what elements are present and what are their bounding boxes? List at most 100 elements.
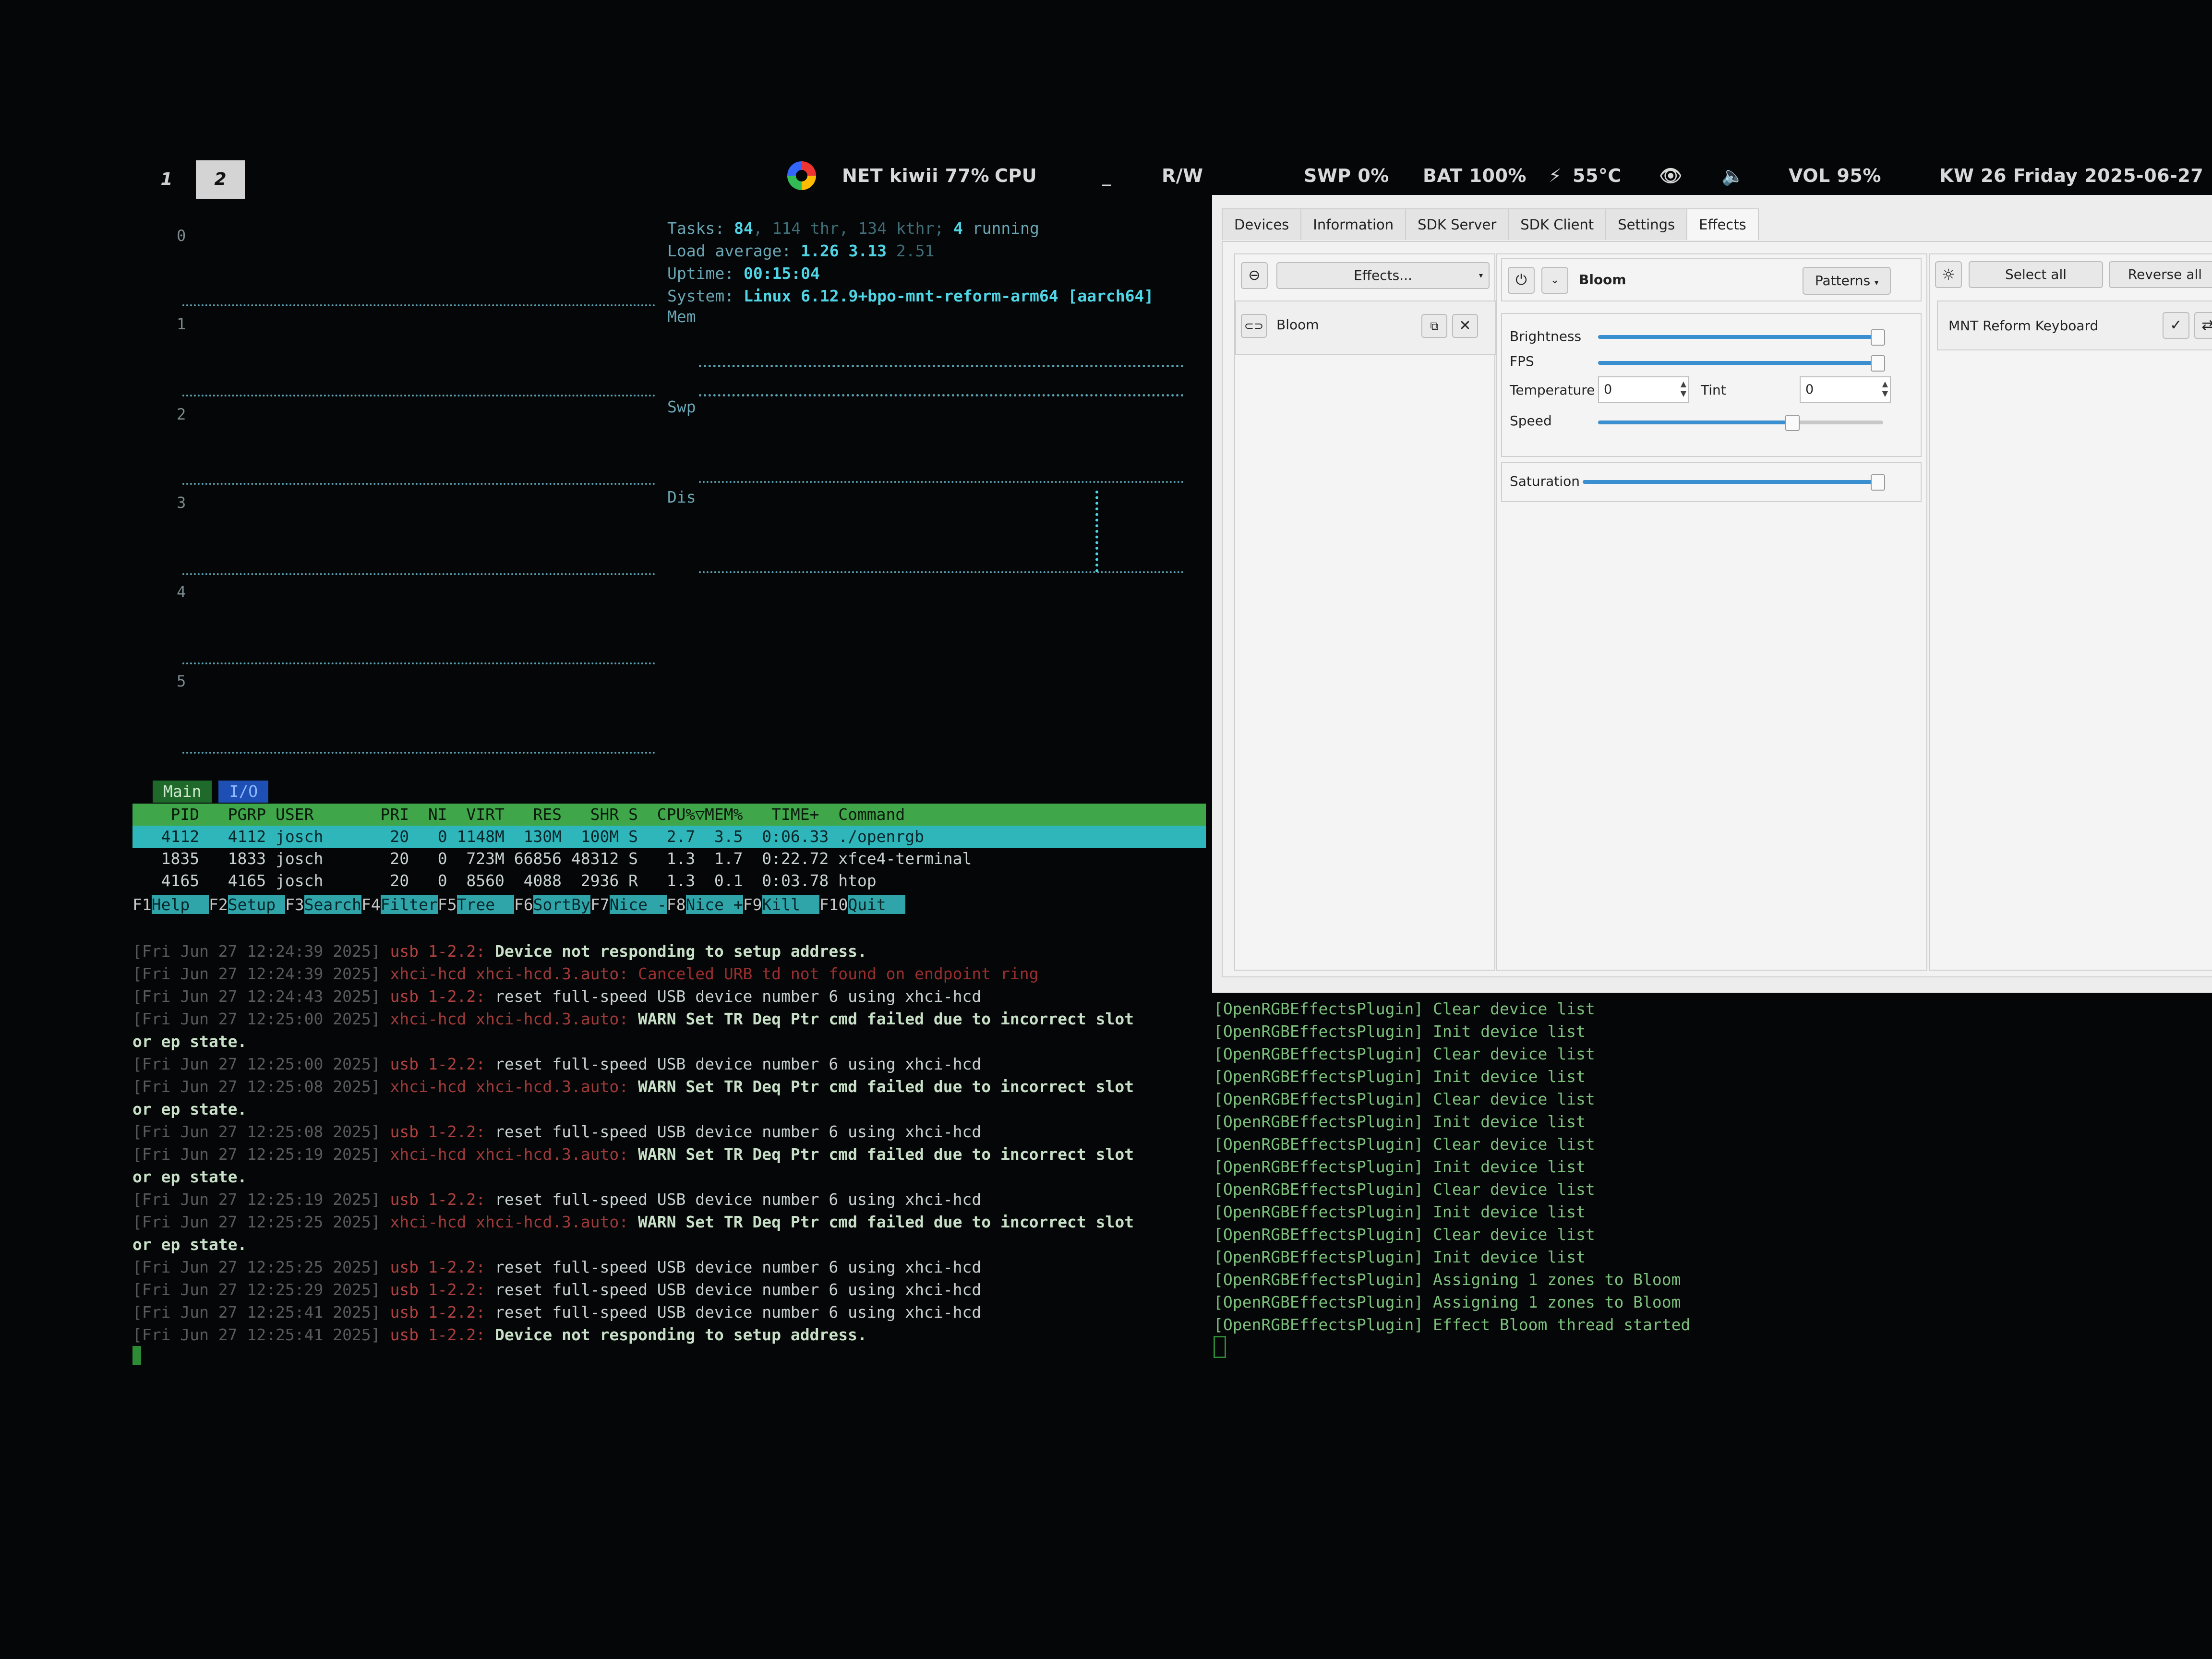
nice-plus-button[interactable]: Nice + [685,895,743,914]
process-table-header[interactable]: PID PGRP USER PRI NI VIRT RES SHR S CPU%… [132,804,1206,826]
select-all-button[interactable]: Select all [1969,261,2103,288]
desktop: 1 2 NET kiwii 77% CPU _ R/W SWP 0% BAT 1… [0,0,2212,1659]
fkey-f3: F3 [285,895,304,914]
process-row[interactable]: 1835 1833 josch 20 0 723M 66856 48312 S … [132,848,1206,870]
brightness-slider[interactable] [1598,329,1885,346]
patterns-dropdown[interactable]: Patterns ▾ [1803,267,1891,295]
workspace-1-button[interactable]: 1 [142,160,191,199]
log-line: [Fri Jun 27 12:25:41 2025] usb 1-2.2: De… [132,1323,1206,1346]
log-line: or ep state. [132,1030,1206,1053]
device-row[interactable]: MNT Reform Keyboard ✓ ⇄ [1937,301,2212,350]
reverse-all-button[interactable]: Reverse all [2109,261,2212,288]
openrgb-tray-icon[interactable] [787,161,816,190]
search-button[interactable]: Search [304,895,361,914]
log-line: [Fri Jun 27 12:24:39 2025] usb 1-2.2: De… [132,940,1206,962]
log-timestamp: [Fri Jun 27 12:25:41 2025] [132,1325,381,1344]
fkey-f10: F10 [819,895,848,914]
fps-slider[interactable] [1598,355,1885,372]
temperature-spinbox[interactable]: 0 ▲ ▼ [1598,376,1689,403]
openrgb-window: Devices Information SDK Server SDK Client Se… [1212,195,2212,993]
terminal-cursor [1214,1336,1690,1364]
log-line: [Fri Jun 27 12:25:29 2025] usb 1-2.2: re… [132,1278,1206,1301]
tab-settings[interactable]: Settings [1605,208,1688,240]
effects-dropdown[interactable]: Effects... ▾ [1276,262,1490,289]
cpu-graph-0 [182,304,655,308]
tab-sdk-server[interactable]: SDK Server [1405,208,1509,240]
log-source: xhci-hcd xhci-hcd.3.auto: [390,964,629,983]
cpu-label: CPU [995,165,1037,186]
tab-information[interactable]: Information [1300,208,1407,240]
tab-main[interactable]: Main [153,781,212,803]
log-line: [OpenRGBEffectsPlugin] Init device list [1214,1067,1586,1086]
tab-sdk-client[interactable]: SDK Client [1508,208,1607,240]
check-icon[interactable]: ✓ [2163,312,2189,339]
disk-graph [699,571,1184,575]
log-timestamp: [Fri Jun 27 12:25:41 2025] [132,1303,381,1322]
speaker-icon: 🔈 [1721,165,1744,186]
log-line: [Fri Jun 27 12:25:08 2025] xhci-hcd xhci… [132,1075,1206,1098]
help-button[interactable]: Help [151,895,209,914]
fkey-f8: F8 [666,895,686,914]
effects-dropdown-label: Effects... [1354,267,1412,283]
tree-button[interactable]: Tree [457,895,514,914]
tab-io[interactable]: I/O [218,781,269,803]
log-timestamp: [Fri Jun 27 12:25:08 2025] [132,1077,381,1096]
log-line: [OpenRGBEffectsPlugin] Clear device list [1214,1225,1595,1244]
cursor-block [132,1346,141,1365]
filter-button[interactable]: Filter [380,895,438,914]
log-source: usb 1-2.2: [390,987,486,1006]
mem-graph [699,365,1184,397]
kill-button[interactable]: Kill [762,895,819,914]
log-line: [Fri Jun 27 12:25:19 2025] xhci-hcd xhci… [132,1143,1206,1166]
log-source: xhci-hcd xhci-hcd.3.auto: [390,1145,629,1164]
saturation-slider[interactable] [1583,474,1885,491]
tab-effects[interactable]: Effects [1686,208,1759,240]
toggle-icon[interactable]: ⊂⊃ [1241,314,1267,338]
cpu-label-1: 1 [177,315,186,333]
cpu-graph-1 [182,395,655,398]
tint-spinbox[interactable]: 0 ▲ ▼ [1800,376,1891,403]
speed-slider[interactable] [1598,415,1883,431]
process-row[interactable]: 4165 4165 josch 20 0 8560 4088 2936 R 1.… [132,870,1206,892]
sortby-button[interactable]: SortBy [533,895,590,914]
log-line: [Fri Jun 27 12:25:25 2025] usb 1-2.2: re… [132,1256,1206,1278]
openrgb-console-log[interactable]: [OpenRGBEffectsPlugin] Clear device list… [1214,998,1690,1364]
log-message: WARN Set TR Deq Ptr cmd failed due to in… [638,1077,1134,1096]
setup-button[interactable]: Setup [228,895,285,914]
log-line: [OpenRGBEffectsPlugin] Assigning 1 zones… [1214,1270,1681,1289]
spin-arrows-icon[interactable]: ▲ ▼ [1882,379,1888,398]
log-message: reset full-speed USB device number 6 usi… [495,987,982,1006]
log-message: Device not responding to setup address. [495,1325,867,1344]
power-icon[interactable]: ⏻ [1508,267,1535,294]
log-line: [OpenRGBEffectsPlugin] Init device list [1214,1202,1586,1221]
cpu-graph-4 [182,662,655,666]
charging-icon: ⚡ [1549,165,1562,186]
log-line: [Fri Jun 27 12:25:08 2025] usb 1-2.2: re… [132,1120,1206,1143]
quit-button[interactable]: Quit [848,895,905,914]
log-timestamp: [Fri Jun 27 12:25:08 2025] [132,1122,381,1141]
process-row[interactable]: 4112 4112 josch 20 0 1148M 130M 100M S 2… [132,826,1206,848]
log-timestamp: [Fri Jun 27 12:25:29 2025] [132,1280,381,1299]
htop-function-keys: F1Help F2Setup F3SearchF4FilterF5Tree F6… [132,894,1206,916]
spin-arrows-icon[interactable]: ▲ ▼ [1681,379,1686,398]
datetime: KW 26 Friday 2025-06-27 12:25 [1939,165,2212,186]
effect-load-icon[interactable]: ⊖ [1241,262,1268,289]
nice-minus-button[interactable]: Nice - [609,895,667,914]
reverse-icon[interactable]: ⇄ [2194,312,2212,339]
log-timestamp: [Fri Jun 27 12:25:19 2025] [132,1190,381,1209]
close-icon[interactable]: ✕ [1452,314,1478,338]
log-message: Canceled URB td not found on endpoint ri… [638,964,1039,983]
rename-icon[interactable]: ⧉ [1421,314,1447,338]
brightness-sun-icon[interactable]: ☼ [1935,261,1962,288]
fkey-f9: F9 [743,895,762,914]
fkey-f2: F2 [208,895,228,914]
effect-list-item[interactable]: ⊂⊃ Bloom ⧉ ✕ [1235,301,1496,355]
kernel-log-terminal[interactable]: [Fri Jun 27 12:24:39 2025] usb 1-2.2: De… [132,940,1206,1369]
dropdown-arrow-icon: ▾ [1479,271,1483,280]
log-timestamp: [Fri Jun 27 12:25:00 2025] [132,1055,381,1073]
workspace-2-button[interactable]: 2 [196,160,245,199]
speed-label: Speed [1510,413,1552,429]
saturation-control: Saturation [1501,462,1922,502]
tab-devices[interactable]: Devices [1222,208,1302,240]
chevron-down-icon[interactable]: ⌄ [1541,267,1568,294]
